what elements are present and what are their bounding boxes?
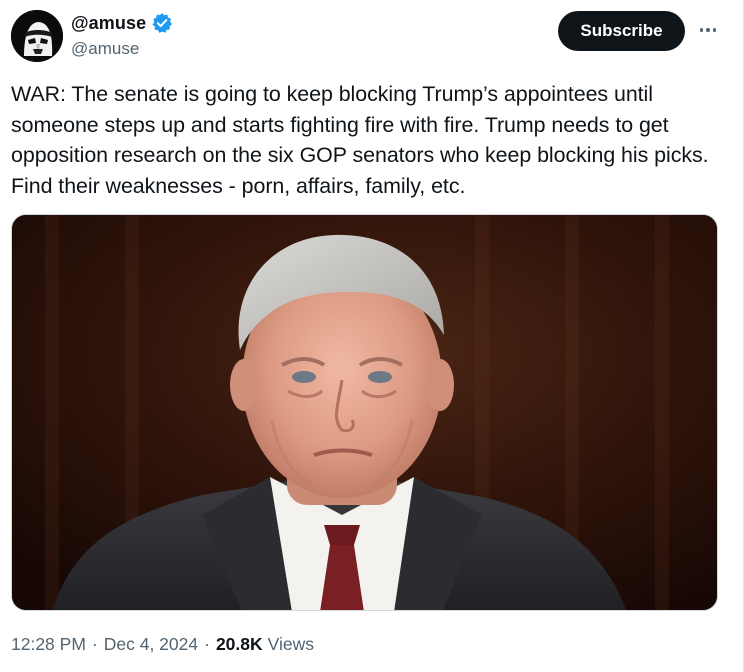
display-name[interactable]: @amuse — [71, 13, 146, 34]
display-name-row: @amuse — [71, 12, 173, 34]
author-handle[interactable]: @amuse — [71, 39, 173, 59]
views-label: Views — [267, 634, 315, 654]
verified-badge-icon[interactable] — [151, 12, 173, 34]
tweet-date[interactable]: Dec 4, 2024 — [104, 634, 198, 655]
tweet-card: @amuse @amuse Subscribe WAR: The senate … — [0, 0, 744, 672]
stormtrooper-avatar-icon — [11, 10, 63, 62]
tweet-media-photo[interactable] — [11, 214, 718, 611]
tweet-header: @amuse @amuse Subscribe — [11, 10, 743, 64]
tweet-text: WAR: The senate is going to keep blockin… — [11, 82, 709, 198]
portrait-photo — [12, 215, 717, 610]
tweet-time[interactable]: 12:28 PM — [11, 634, 86, 655]
subscribe-button[interactable]: Subscribe — [558, 11, 685, 51]
author-names: @amuse @amuse — [71, 12, 173, 59]
tweet-metadata: 12:28 PM · Dec 4, 2024 · 20.8K Views — [11, 634, 314, 655]
more-horizontal-icon[interactable] — [696, 22, 720, 38]
meta-separator: · — [91, 634, 98, 654]
avatar[interactable] — [11, 10, 63, 62]
views-count[interactable]: 20.8K — [216, 634, 263, 655]
meta-separator: · — [204, 634, 210, 654]
